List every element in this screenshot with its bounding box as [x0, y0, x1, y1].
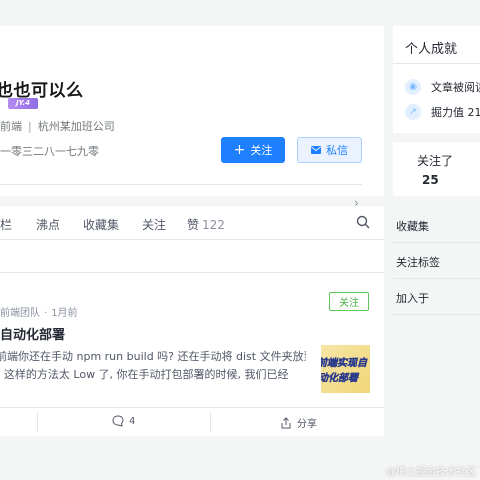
divider — [393, 314, 480, 315]
achievements-card: 个人成就 ◉ 文章被阅读 ↗ 掘力值 21 — [393, 26, 480, 133]
excerpt-line: ! 这样的方法太 Low 了, 你在手动打包部署的时候, 我们已经 — [0, 368, 289, 381]
watermark: @稀土掘金技术社区 — [386, 467, 476, 478]
divider — [37, 412, 38, 432]
follow-button-label: 关注 — [250, 144, 273, 157]
tab-pins[interactable]: 沸点 — [36, 216, 60, 233]
article-author[interactable]: 前端团队 — [0, 308, 40, 319]
following-label: 关注了 — [417, 154, 454, 168]
divider — [0, 407, 384, 408]
divider — [393, 242, 480, 243]
divider — [0, 272, 384, 273]
comment-action[interactable]: 4 — [112, 415, 135, 427]
article-thumbnail[interactable]: 前端实现自 动化部署 — [321, 345, 370, 393]
share-icon — [281, 416, 291, 428]
article-excerpt[interactable]: 前端你还在手动 npm run build 吗? 还在手动将 dist 文件夹放… — [0, 348, 306, 384]
profile-card: 也也可以么 JY.4 前端 | 杭州某加班公司 一零三二八一七九零 + 关注 私信 … — [0, 26, 384, 210]
achievement-text: 文章被阅读 — [431, 81, 480, 94]
tab-likes[interactable]: 赞 122 — [187, 216, 225, 233]
tab-bar: 专栏 沸点 收藏集 关注 赞122 — [0, 206, 384, 240]
tab-following[interactable]: 关注 — [142, 216, 166, 233]
side-item-followed-tags[interactable]: 关注标签 — [396, 254, 440, 270]
message-button[interactable]: 私信 — [297, 137, 362, 163]
level-badge: JY.4 — [8, 98, 38, 109]
thumbnail-text: 前端实现自 — [321, 358, 367, 369]
article-title[interactable]: 自动化部署 — [0, 324, 65, 343]
eye-icon: ◉ — [405, 79, 421, 95]
tab-collections[interactable]: 收藏集 — [83, 216, 119, 233]
achievement-item: ◉ 文章被阅读 — [405, 79, 480, 95]
user-info: 前端 | 杭州某加班公司 — [0, 118, 115, 134]
plus-icon: + — [233, 142, 246, 158]
achievements-title: 个人成就 — [405, 42, 458, 57]
divider — [393, 63, 480, 64]
user-bio: 一零三二八一七九零 — [0, 145, 99, 158]
comment-count: 4 — [129, 415, 136, 427]
comment-icon — [112, 415, 124, 427]
follow-button[interactable]: + 关注 — [221, 137, 285, 163]
user-company: 杭州某加班公司 — [37, 120, 115, 133]
excerpt-line: 前端你还在手动 npm run build 吗? 还在手动将 dist 文件夹放… — [0, 350, 306, 363]
following-count: 25 — [422, 173, 439, 187]
user-job: 前端 — [0, 120, 22, 133]
mail-icon — [311, 146, 321, 154]
search-icon[interactable] — [356, 215, 370, 229]
info-separator: | — [28, 120, 32, 133]
follow-stats-card[interactable]: 关注了 25 — [393, 142, 480, 196]
achievement-item: ↗ 掘力值 21 — [405, 104, 480, 120]
thumbnail-text: 动化部署 — [321, 373, 358, 384]
meta-dot: · — [44, 308, 48, 319]
share-label: 分享 — [297, 419, 317, 430]
article-time: 1月前 — [51, 308, 78, 319]
tab-column[interactable]: 专栏 — [0, 216, 12, 233]
author-follow-button[interactable]: 关注 — [329, 292, 369, 311]
side-item-joined: 加入于 — [396, 292, 429, 305]
divider — [210, 412, 211, 432]
feed-card: 专栏 沸点 收藏集 关注 赞122 前端团队 ·1月前 关注 自动化部署 前端你还… — [0, 206, 384, 436]
article-meta: 前端团队 · 1月前 — [0, 304, 78, 319]
tab-likes-count: 122 — [202, 218, 225, 232]
tab-likes-label: 赞 — [187, 218, 200, 232]
trend-icon: ↗ — [405, 104, 421, 120]
share-action[interactable]: 分享 — [280, 415, 317, 430]
divider — [0, 184, 362, 185]
message-button-label: 私信 — [326, 144, 348, 157]
achievement-text: 掘力值 21 — [431, 106, 480, 119]
side-item-collections[interactable]: 收藏集 — [396, 218, 429, 234]
divider — [393, 278, 480, 279]
